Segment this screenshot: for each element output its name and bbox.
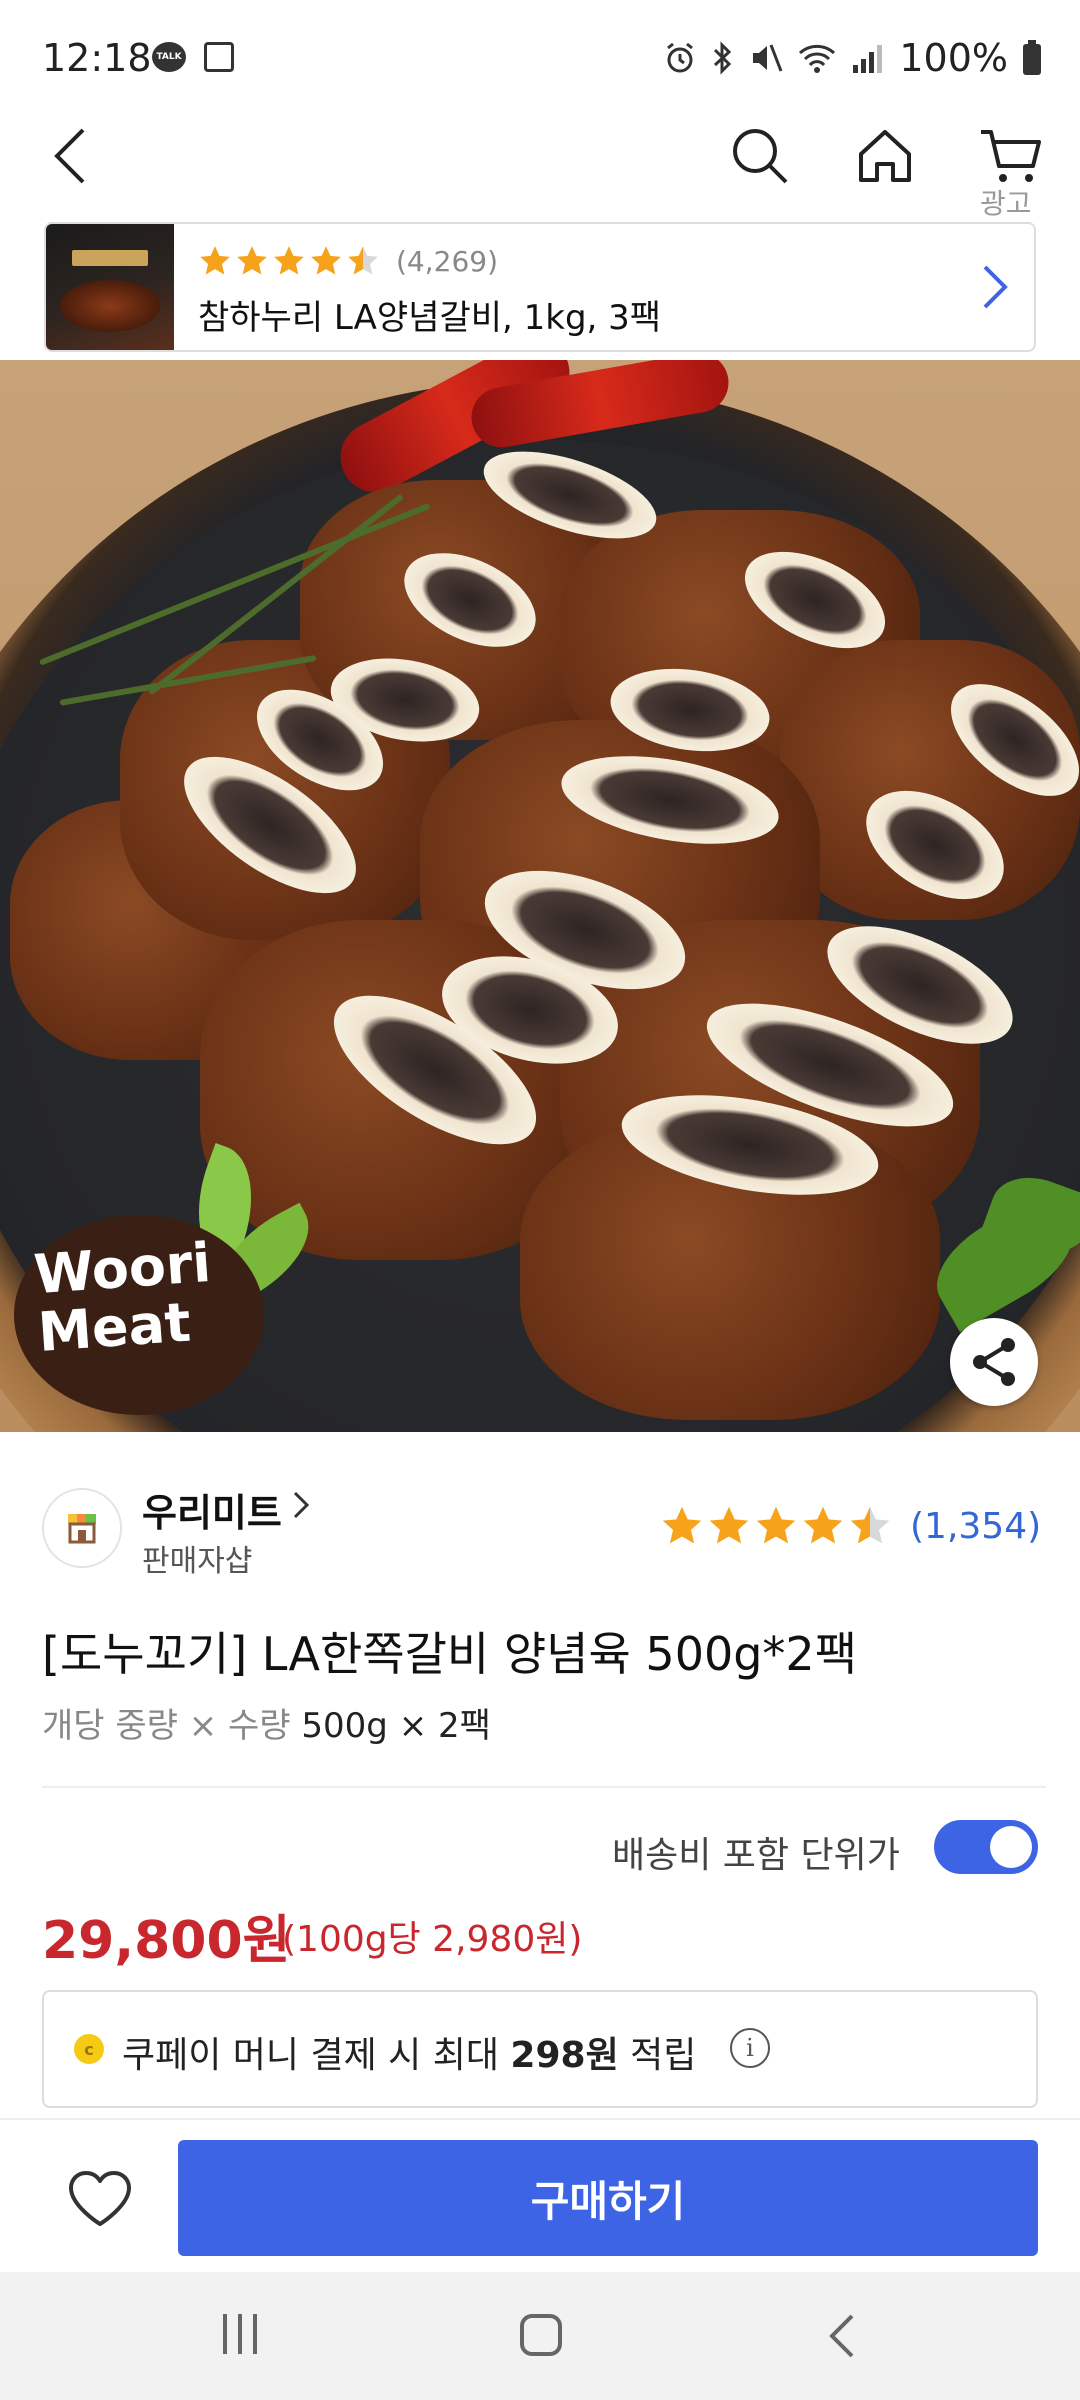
wishlist-button[interactable] [60,2164,140,2234]
cart-icon [981,130,1041,182]
star-icon [662,1506,702,1544]
status-system-icons: 100% [663,36,1042,80]
share-button[interactable] [950,1318,1038,1406]
ad-thumbnail-label [72,250,148,266]
seller-stars [660,1504,892,1548]
divider [42,1786,1046,1788]
option-label: 개당 중량 × 수량 [42,1706,291,1746]
back-button[interactable] [40,116,100,196]
alarm-icon [667,42,694,73]
brand-logo-text: Woori Meat [31,1230,213,1365]
recent-apps-button[interactable] [218,2314,262,2358]
product-option: 개당 중량 × 수량 500g × 2팩 [42,1698,491,1747]
star-icon [348,246,378,275]
star-icon [311,246,341,275]
heart-icon [69,2171,131,2226]
unit-price: (100g당 2,980원) [282,1919,583,1960]
seller-shop-label: 판매자샵 [142,1544,253,1579]
ad-stars [198,244,380,278]
info-icon[interactable]: i [730,2028,770,2068]
buy-bar: 구매하기 [0,2118,1080,2270]
product-image-carousel[interactable]: Woori Meat [0,360,1080,1432]
coupay-text-before: 쿠페이 머니 결제 시 최대 [122,2035,511,2076]
coin-icon: c [74,2034,104,2064]
star-icon [850,1506,890,1544]
wifi-icon [799,44,836,73]
gallery-icon [204,42,234,72]
star-icon [274,246,304,275]
ad-rating: (4,269) [198,244,498,278]
ad-label: 광고 [980,187,1032,220]
price: 29,800원 [42,1911,291,1971]
star-icon [200,246,230,275]
top-nav-bar: 광고 [0,110,1080,220]
chevron-right-icon[interactable] [292,1490,310,1520]
buy-button[interactable]: 구매하기 [178,2140,1038,2256]
search-button[interactable] [725,116,795,196]
seller-avatar[interactable] [42,1488,122,1568]
chevron-right-icon [983,265,1008,309]
chevron-left-icon [54,128,85,184]
unit-price-toggle-label: 배송비 포함 단위가 [612,1835,900,1876]
seller-rating[interactable]: (1,354) [660,1504,1041,1548]
system-home-button[interactable] [520,2314,562,2356]
home-button[interactable] [850,116,920,196]
system-nav-bar [0,2272,1080,2400]
mute-icon [753,44,783,72]
product-title: [도누꼬기] LA한쪽갈비 양념육 500g*2팩 [42,1627,858,1681]
ad-thumbnail [46,224,174,350]
coupay-reward-text: 쿠페이 머니 결제 시 최대 298원 적립 [122,2026,696,2078]
star-icon [756,1506,796,1544]
bluetooth-icon [714,41,732,75]
star-icon [237,246,267,275]
coupay-text-after: 적립 [618,2035,697,2076]
ad-rating-count: (4,269) [396,244,499,278]
battery-icon [1023,40,1041,75]
ad-banner[interactable]: (4,269) 참하누리 LA양념갈비, 1kg, 3팩 [44,222,1036,352]
status-notification-icons: TALK [152,42,234,72]
share-icon [973,1338,1015,1386]
home-icon [859,130,911,182]
unit-price-toggle[interactable] [934,1820,1038,1874]
status-bar: 12:18 TALK 100% [0,0,1080,120]
ad-thumbnail-food [60,280,160,332]
option-value: 500g × 2팩 [301,1706,491,1746]
review-count[interactable]: (1,354) [910,1506,1041,1547]
search-icon [733,129,788,184]
coupay-reward-box: c 쿠페이 머니 결제 시 최대 298원 적립 i [42,1990,1038,2108]
ad-title: 참하누리 LA양념갈비, 1kg, 3팩 [198,298,662,338]
kakaotalk-icon: TALK [152,42,186,72]
coupay-amount: 298원 [510,2035,619,2076]
battery-percent: 100% [899,36,1008,80]
star-icon [709,1506,749,1544]
toggle-knob [990,1826,1032,1868]
signal-icon [853,45,883,73]
seller-name[interactable]: 우리미트 [142,1482,282,1537]
status-time: 12:18 [42,36,152,80]
system-back-button[interactable] [826,2312,856,2360]
store-icon [68,1514,96,1544]
star-icon [803,1506,843,1544]
